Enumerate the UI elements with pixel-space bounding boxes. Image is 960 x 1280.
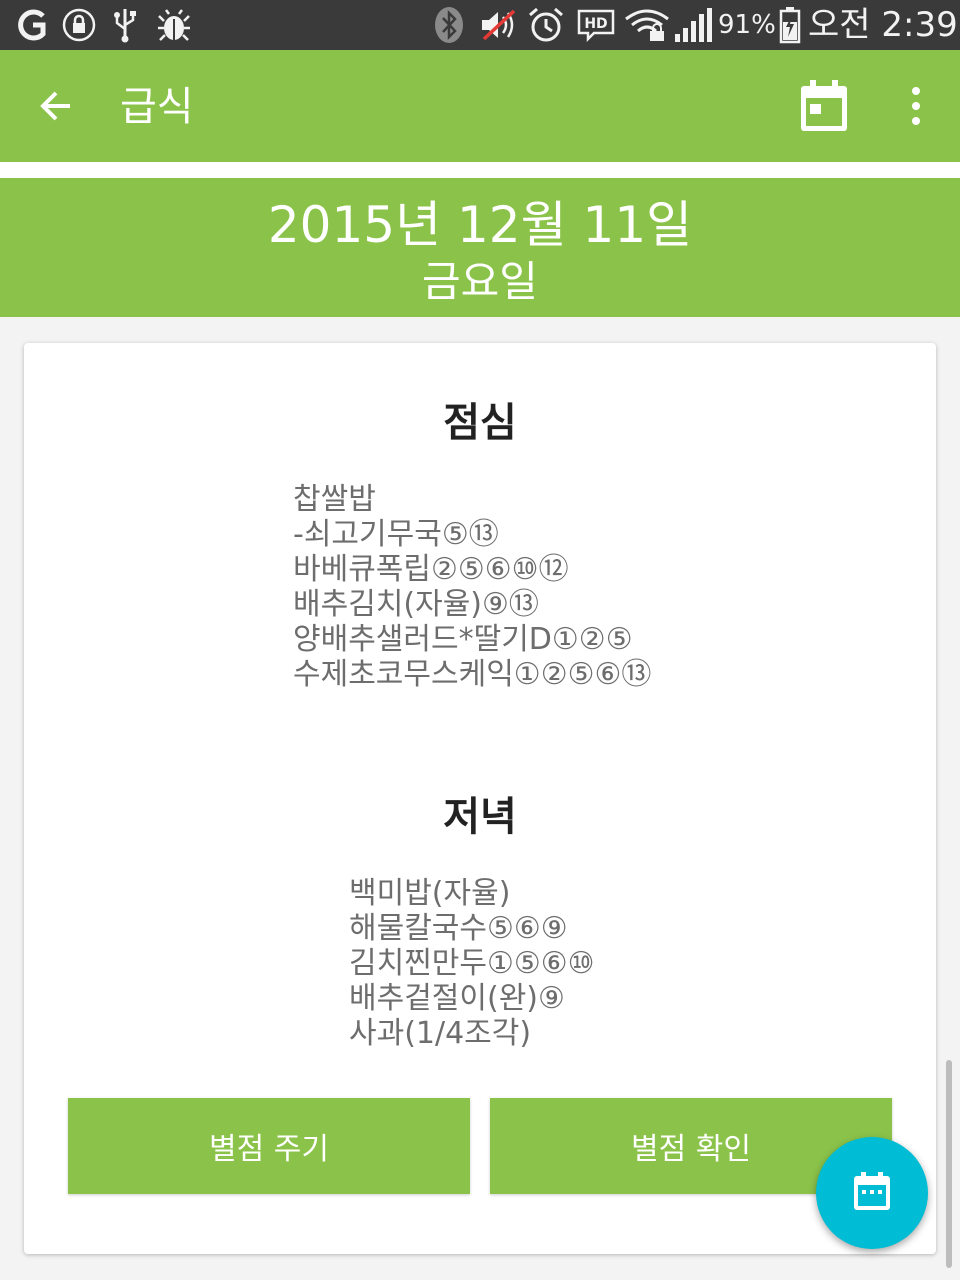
meal-card: 점심 찹쌀밥 -쇠고기무국⑤⑬ 바베큐폭립②⑤⑥⑩⑫ 배추김치(자율)⑨⑬ 양배… <box>24 343 936 1254</box>
signal-icon <box>672 6 714 44</box>
date-label: 2015년 12월 11일 <box>267 196 693 254</box>
scrollbar[interactable] <box>946 1060 952 1268</box>
more-options-icon[interactable] <box>890 76 942 136</box>
menu-item: 백미밥(자율) <box>349 876 511 911</box>
app-bar: 급식 <box>0 50 960 162</box>
alarm-icon <box>526 6 566 44</box>
menu-item: 양배추샐러드*딸기D①②⑤ <box>293 622 633 657</box>
hd-icon: HD <box>576 6 616 44</box>
menu-item: 배추김치(자율)⑨⑬ <box>293 587 539 622</box>
svg-text:HD: HD <box>584 16 607 32</box>
rate-button[interactable]: 별점 주기 <box>68 1098 470 1194</box>
battery-percent: 91% <box>718 10 776 40</box>
lock-icon <box>60 6 98 44</box>
bug-icon <box>154 6 194 44</box>
app-title: 급식 <box>120 84 194 130</box>
menu-item: 바베큐폭립②⑤⑥⑩⑫ <box>293 552 569 587</box>
menu-item: 사과(1/4조각) <box>349 1016 532 1051</box>
calendar-action-icon[interactable] <box>794 76 854 136</box>
lunch-menu-list: 찹쌀밥 -쇠고기무국⑤⑬ 바베큐폭립②⑤⑥⑩⑫ 배추김치(자율)⑨⑬ 양배추샐러… <box>293 482 651 692</box>
status-bar: HD 91% 오전 2:39 <box>0 0 960 50</box>
wifi-icon <box>624 6 670 44</box>
date-banner: 2015년 12월 11일 금요일 <box>0 178 960 317</box>
divider <box>0 162 960 178</box>
menu-item: 배추겉절이(완)⑨ <box>349 981 565 1016</box>
dinner-menu-list: 백미밥(자율) 해물칼국수⑤⑥⑨ 김치찐만두①⑤⑥⑩ 배추겉절이(완)⑨ 사과(… <box>349 876 595 1051</box>
menu-item: 찹쌀밥 <box>293 482 376 517</box>
usb-icon <box>108 6 142 44</box>
g-app-icon <box>12 6 50 44</box>
mute-icon <box>476 6 520 44</box>
dinner-title: 저녁 <box>443 794 517 840</box>
battery-charging-icon <box>776 6 804 44</box>
back-arrow-icon[interactable] <box>28 78 84 134</box>
bluetooth-icon <box>432 6 466 44</box>
weekday-label: 금요일 <box>422 257 538 306</box>
menu-item: -쇠고기무국⑤⑬ <box>293 517 499 552</box>
menu-item: 수제초코무스케익①②⑤⑥⑬ <box>293 657 652 692</box>
menu-item: 김치찐만두①⑤⑥⑩ <box>349 946 595 981</box>
menu-item: 해물칼국수⑤⑥⑨ <box>349 911 568 946</box>
calendar-fab[interactable] <box>816 1137 928 1249</box>
status-time: 오전 2:39 <box>808 5 958 45</box>
lunch-title: 점심 <box>443 400 517 446</box>
calendar-icon <box>852 1170 892 1216</box>
